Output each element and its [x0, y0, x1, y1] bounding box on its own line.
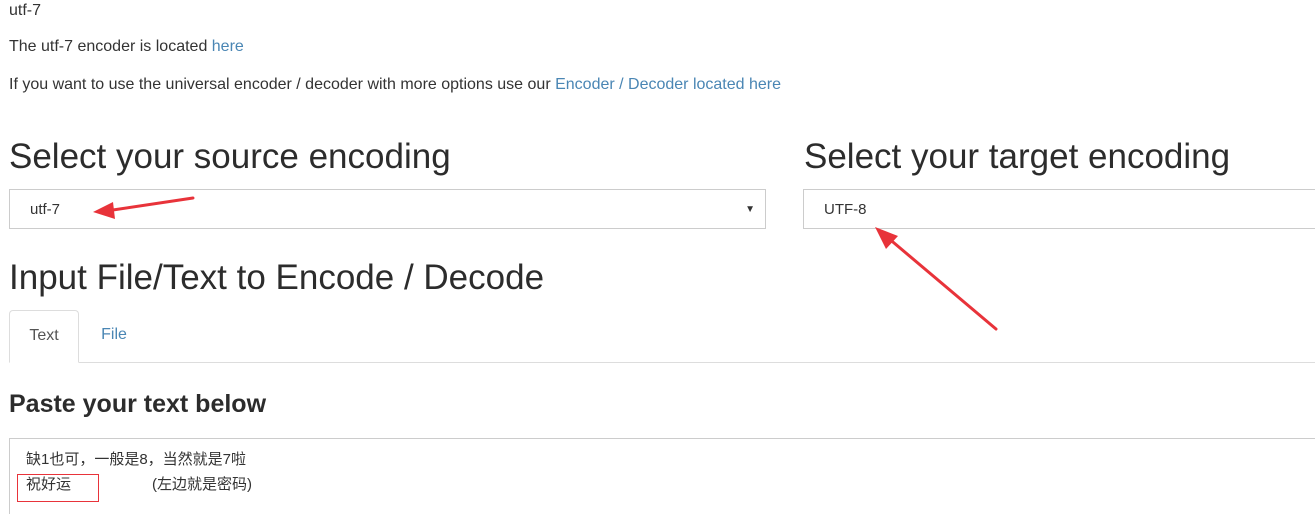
target-encoding-heading: Select your target encoding — [804, 137, 1231, 176]
caret-down-icon: ▼ — [745, 204, 755, 215]
input-tabs: Text File — [9, 310, 1315, 363]
input-heading: Input File/Text to Encode / Decode — [9, 258, 545, 297]
text-input-area[interactable]: 缺1也可，一般是8，当然就是7啦 祝好运 (左边就是密码) — [9, 438, 1315, 514]
text-line-1: 缺1也可，一般是8，当然就是7啦 — [26, 451, 247, 468]
universal-encoder-link[interactable]: Encoder / Decoder located here — [555, 76, 781, 93]
encoder-location-text: The utf-7 encoder is located here — [9, 37, 244, 57]
universal-encoder-text: If you want to use the universal encoder… — [9, 75, 781, 95]
source-encoding-heading: Select your source encoding — [9, 137, 451, 176]
target-encoding-value: UTF-8 — [824, 201, 867, 218]
target-encoding-select[interactable]: UTF-8 — [803, 189, 1315, 229]
source-encoding-value: utf-7 — [30, 201, 61, 218]
page-title: utf-7 — [9, 2, 42, 19]
password-highlight-box — [17, 474, 99, 502]
target-arrow-head — [875, 227, 898, 249]
encoder-here-link[interactable]: here — [212, 38, 244, 55]
source-encoding-select[interactable]: utf-7 ▼ — [9, 189, 766, 229]
universal-encoder-label: If you want to use the universal encoder… — [9, 76, 556, 93]
tab-text[interactable]: Text — [9, 310, 79, 363]
page: utf-7 The utf-7 encoder is located here … — [0, 0, 1315, 514]
encoder-location-label: The utf-7 encoder is located — [9, 38, 212, 55]
paste-heading: Paste your text below — [9, 390, 267, 418]
text-line-2-note: (左边就是密码) — [152, 476, 252, 493]
tab-file[interactable]: File — [89, 310, 139, 362]
